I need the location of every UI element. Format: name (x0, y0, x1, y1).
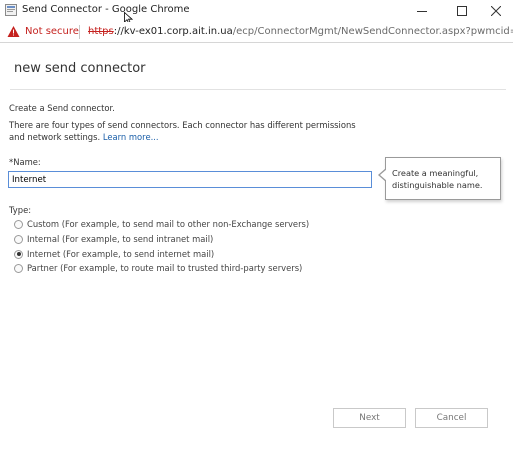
url-path: /ecp/ConnectorMgmt/NewSendConnector.aspx… (232, 26, 513, 37)
intro-text: Create a Send connector. (9, 103, 115, 113)
url-scheme: https (88, 26, 114, 37)
minimize-icon (417, 11, 427, 12)
url-text[interactable]: https://kv-ex01.corp.ait.in.ua/ecp/Conne… (88, 26, 513, 37)
close-button[interactable] (479, 0, 513, 22)
next-button[interactable]: Next (333, 408, 406, 428)
maximize-button[interactable] (445, 0, 479, 22)
name-input[interactable] (8, 171, 372, 188)
type-option-label: Internet (For example, to send internet … (27, 249, 215, 259)
type-option-custom[interactable]: Custom (For example, to send mail to oth… (14, 218, 309, 230)
page-title: new send connector (14, 61, 146, 76)
minimize-button[interactable] (405, 0, 439, 22)
radio-button[interactable] (14, 263, 23, 273)
cancel-button[interactable]: Cancel (415, 408, 488, 428)
radio-button[interactable] (14, 219, 23, 229)
type-option-partner[interactable]: Partner (For example, to route mail to t… (14, 262, 302, 274)
type-option-label: Partner (For example, to route mail to t… (27, 263, 303, 273)
type-label: Type: (9, 205, 32, 215)
not-secure-label[interactable]: Not secure (25, 26, 79, 37)
tooltip-arrow-inner (380, 169, 387, 181)
type-option-label: Internal (For example, to send intranet … (27, 234, 214, 244)
warning-icon (7, 26, 20, 37)
name-tooltip: Create a meaningful, distinguishable nam… (378, 157, 501, 200)
header-divider (10, 89, 506, 90)
tooltip-text: Create a meaningful, distinguishable nam… (392, 168, 483, 190)
address-separator (79, 25, 80, 39)
description-text: There are four types of send connectors.… (9, 119, 359, 143)
description-body: There are four types of send connectors.… (9, 120, 356, 142)
radio-button[interactable] (14, 234, 23, 244)
url-host: ://kv-ex01.corp.ait.in.ua (113, 26, 233, 37)
type-option-internet[interactable]: Internet (For example, to send internet … (14, 248, 214, 260)
learn-more-link[interactable]: Learn more... (103, 132, 159, 142)
type-option-internal[interactable]: Internal (For example, to send intranet … (14, 233, 213, 245)
close-icon (491, 6, 501, 16)
exchange-app-icon (5, 4, 17, 16)
window-titlebar: Send Connector - Google Chrome (0, 0, 513, 25)
address-bar[interactable]: Not secure https://kv-ex01.corp.ait.in.u… (0, 22, 513, 43)
window-title: Send Connector - Google Chrome (22, 4, 190, 15)
maximize-icon (457, 6, 467, 16)
radio-button[interactable] (14, 249, 23, 259)
name-label: *Name: (9, 157, 41, 167)
type-option-label: Custom (For example, to send mail to oth… (27, 219, 310, 229)
